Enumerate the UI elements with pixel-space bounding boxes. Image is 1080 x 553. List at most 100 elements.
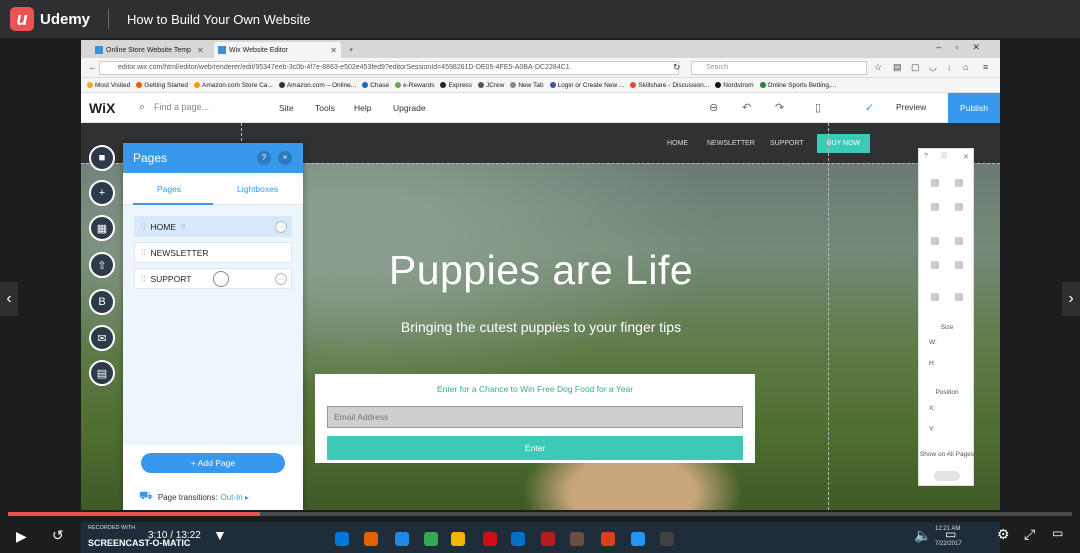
captions-icon[interactable]: ▭	[945, 527, 956, 541]
redo-icon[interactable]: ↷	[775, 101, 784, 114]
bookmark-item[interactable]: JCrew	[477, 82, 504, 89]
menu-help[interactable]: Help	[354, 103, 371, 113]
add-page-button[interactable]: + Add Page	[141, 453, 285, 473]
gear-icon[interactable]: ⚙	[997, 526, 1010, 543]
app-dark-icon[interactable]	[660, 532, 674, 546]
edge-icon[interactable]	[335, 532, 349, 546]
drag-handle-icon[interactable]: ⁞⁞	[141, 248, 145, 257]
email-field[interactable]	[327, 406, 743, 428]
explorer-icon[interactable]	[451, 532, 465, 546]
close-icon[interactable]: ×	[278, 151, 292, 165]
bookmark-star-icon[interactable]: ☆	[874, 62, 882, 73]
bookmark-item[interactable]: New Tab	[510, 82, 544, 89]
menu-upgrade[interactable]: Upgrade	[393, 103, 426, 113]
help-icon[interactable]: ?	[924, 153, 928, 160]
hero-subtitle[interactable]: Bringing the cutest puppies to your fing…	[261, 319, 821, 335]
show-all-toggle[interactable]	[934, 471, 960, 481]
browser-search-input[interactable]: Search	[691, 61, 867, 75]
bookmark-item[interactable]: Skillshare - Discussion...	[630, 82, 709, 89]
app-icon[interactable]	[570, 532, 584, 546]
close-tab-icon[interactable]: ✕	[197, 46, 204, 55]
rotate-icon[interactable]	[955, 293, 963, 301]
close-tab-icon[interactable]: ✕	[330, 46, 337, 55]
undo-icon[interactable]: ↶	[742, 101, 751, 114]
back-icon[interactable]: ←	[88, 62, 97, 72]
add-tool-icon[interactable]: +	[89, 180, 115, 206]
reload-icon[interactable]: ↻	[673, 62, 681, 73]
chat-icon[interactable]: ✉	[89, 325, 115, 351]
menu-tools[interactable]: Tools	[315, 103, 335, 113]
window-controls[interactable]: –▫✕	[936, 42, 994, 53]
menu-site[interactable]: Site	[279, 103, 294, 113]
page-item-home[interactable]: ⁞⁞ HOME ⌂ ···	[134, 216, 292, 237]
reading-list-icon[interactable]: ▤	[893, 62, 902, 73]
settings-app-icon[interactable]	[395, 532, 409, 546]
bookmark-item[interactable]: Nordstrom	[715, 82, 754, 89]
enter-button[interactable]: Enter	[327, 436, 743, 460]
pocket-icon[interactable]: ◡	[929, 62, 937, 73]
app-s-icon[interactable]	[601, 532, 615, 546]
arrange-back-icon[interactable]	[955, 237, 963, 245]
site-nav-newsletter[interactable]: NEWSLETTER	[707, 140, 755, 147]
word-icon[interactable]	[511, 532, 525, 546]
bookmark-item[interactable]: Chase	[362, 82, 389, 89]
hero-title[interactable]: Puppies are Life	[261, 247, 821, 294]
transitions-link[interactable]: Out-In ▸	[220, 493, 248, 502]
menu-icon[interactable]: ≡	[983, 62, 988, 72]
buy-now-button[interactable]: BUY NOW	[817, 134, 870, 153]
url-bar[interactable]: editor.wix.com/html/editor/web/renderer/…	[99, 61, 679, 75]
tab-lightboxes[interactable]: Lightboxes	[237, 184, 278, 194]
firefox-icon[interactable]	[364, 532, 378, 546]
bookmark-note-icon[interactable]: ▼	[213, 527, 227, 543]
site-nav-home[interactable]: HOME	[667, 140, 688, 147]
udemy-logo[interactable]: u Udemy	[10, 7, 90, 31]
drag-handle-icon[interactable]: ⁞⁞⁞	[941, 153, 947, 160]
new-tab-icon[interactable]: +	[345, 42, 357, 58]
tab-pages[interactable]: Pages	[157, 184, 181, 194]
blog-icon[interactable]: B	[89, 289, 115, 315]
distribute-icon[interactable]	[955, 261, 963, 269]
upload-icon[interactable]: ⇧	[89, 252, 115, 278]
drag-handle-icon[interactable]: ⁞⁞	[141, 222, 145, 231]
duplicate-icon[interactable]	[931, 203, 939, 211]
more-options-icon[interactable]: ···	[275, 221, 287, 233]
page-item-support[interactable]: ⁞⁞ SUPPORT ···	[134, 268, 292, 289]
bookmark-item[interactable]: Most Visited	[87, 82, 130, 89]
paste-icon[interactable]	[955, 179, 963, 187]
find-page-input[interactable]: Find a page...	[154, 102, 209, 112]
app-market-icon[interactable]: ▦	[89, 215, 115, 241]
theater-mode-icon[interactable]: ▭	[1052, 526, 1063, 540]
play-icon[interactable]: ▶	[16, 528, 27, 545]
close-icon[interactable]: ✕	[963, 153, 969, 161]
volume-icon[interactable]: 🔈	[914, 527, 931, 544]
zoom-icon[interactable]: ⊖	[709, 101, 718, 114]
bookmark-item[interactable]: Amazon.com Store Ca...	[194, 82, 273, 89]
drag-handle-icon[interactable]: ⁞⁞	[141, 274, 145, 283]
desktop-check-icon[interactable]: ✓	[865, 101, 874, 114]
bookmark-item[interactable]: e-Rewards	[395, 82, 434, 89]
bookmark-item[interactable]: Login or Create New ...	[549, 82, 624, 89]
help-icon[interactable]: ?	[257, 151, 271, 165]
app-v-icon[interactable]	[541, 532, 555, 546]
rewind-icon[interactable]: ↺	[52, 527, 64, 544]
bookmark-item[interactable]: Online Sports Betting,...	[759, 82, 836, 89]
browser-tab-online-store[interactable]: Online Store Website Temp ✕	[91, 42, 208, 58]
fullscreen-icon[interactable]: ⤢	[1024, 526, 1035, 543]
video-progress-bar[interactable]	[8, 512, 1072, 516]
opera-icon[interactable]	[483, 532, 497, 546]
bookmark-item[interactable]: Getting Started	[136, 82, 188, 89]
mobile-view-icon[interactable]: ▯	[815, 101, 821, 114]
page-item-newsletter[interactable]: ⁞⁞ NEWSLETTER	[134, 242, 292, 263]
app-blue-icon[interactable]	[631, 532, 645, 546]
site-nav-support[interactable]: SUPPORT	[770, 140, 804, 147]
bookings-icon[interactable]: ▤	[89, 360, 115, 386]
home-icon[interactable]: ⌂	[963, 62, 968, 72]
publish-button[interactable]: Publish	[948, 93, 1000, 123]
background-tool-icon[interactable]: ■	[89, 145, 115, 171]
preview-button[interactable]: Preview	[896, 102, 926, 112]
browser-tab-wix-editor[interactable]: Wix Website Editor ✕	[214, 42, 341, 58]
copy-icon[interactable]	[931, 179, 939, 187]
video-frame[interactable]: Online Store Website Temp ✕ Wix Website …	[81, 40, 1000, 510]
next-lecture-arrow-icon[interactable]: ›	[1062, 282, 1080, 316]
signup-form[interactable]: Enter for a Chance to Win Free Dog Food …	[315, 374, 755, 463]
